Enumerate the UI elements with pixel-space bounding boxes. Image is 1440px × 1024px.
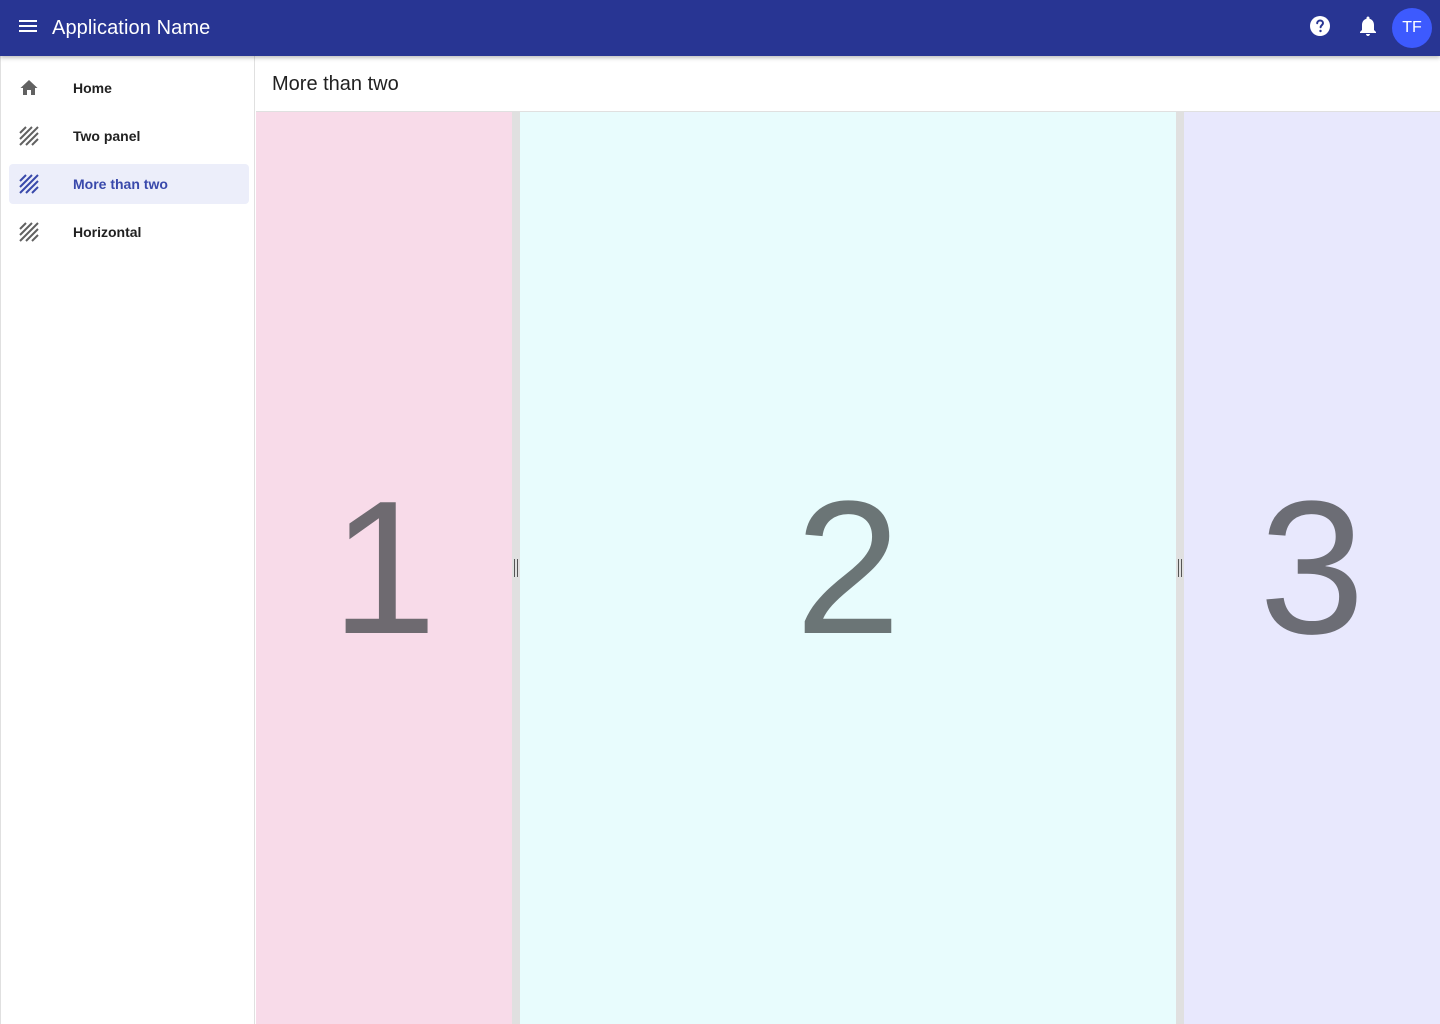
app-bar: Application Name TF (0, 0, 1440, 56)
hatch-icon (19, 174, 39, 194)
panel-label: 2 (795, 462, 901, 674)
menu-button[interactable] (8, 8, 48, 48)
drag-handle-icon (1178, 559, 1182, 577)
panel-label: 3 (1259, 462, 1365, 674)
notifications-button[interactable] (1348, 8, 1388, 48)
sidebar-item-label: Horizontal (73, 224, 142, 240)
split-gutter[interactable] (1176, 112, 1184, 1024)
sidebar-item-two-panel[interactable]: Two panel (9, 116, 249, 156)
bell-icon (1356, 14, 1380, 43)
user-avatar[interactable]: TF (1392, 8, 1432, 48)
help-icon (1308, 14, 1332, 43)
sidebar-item-label: Two panel (73, 128, 141, 144)
home-icon (19, 78, 39, 98)
sidebar-item-more-than-two[interactable]: More than two (9, 164, 249, 204)
hatch-icon (19, 222, 39, 242)
help-button[interactable] (1300, 8, 1340, 48)
app-title: Application Name (52, 17, 211, 39)
page-title: More than two (272, 73, 399, 95)
split-gutter[interactable] (512, 112, 520, 1024)
sidebar-item-horizontal[interactable]: Horizontal (9, 212, 249, 252)
hatch-icon (19, 126, 39, 146)
sidebar-item-home[interactable]: Home (9, 68, 249, 108)
panel-label: 1 (331, 462, 437, 674)
sidebar-item-label: Home (73, 80, 112, 96)
split-panel-3: 3 (1184, 112, 1440, 1024)
sidebar-nav: Home Two panel More than two Horizontal (0, 56, 255, 1024)
drag-handle-icon (514, 559, 518, 577)
menu-icon (16, 14, 40, 43)
page-header: More than two (256, 56, 1440, 112)
sidebar-item-label: More than two (73, 176, 168, 192)
split-panel-2: 2 (520, 112, 1176, 1024)
split-panel-1: 1 (256, 112, 512, 1024)
